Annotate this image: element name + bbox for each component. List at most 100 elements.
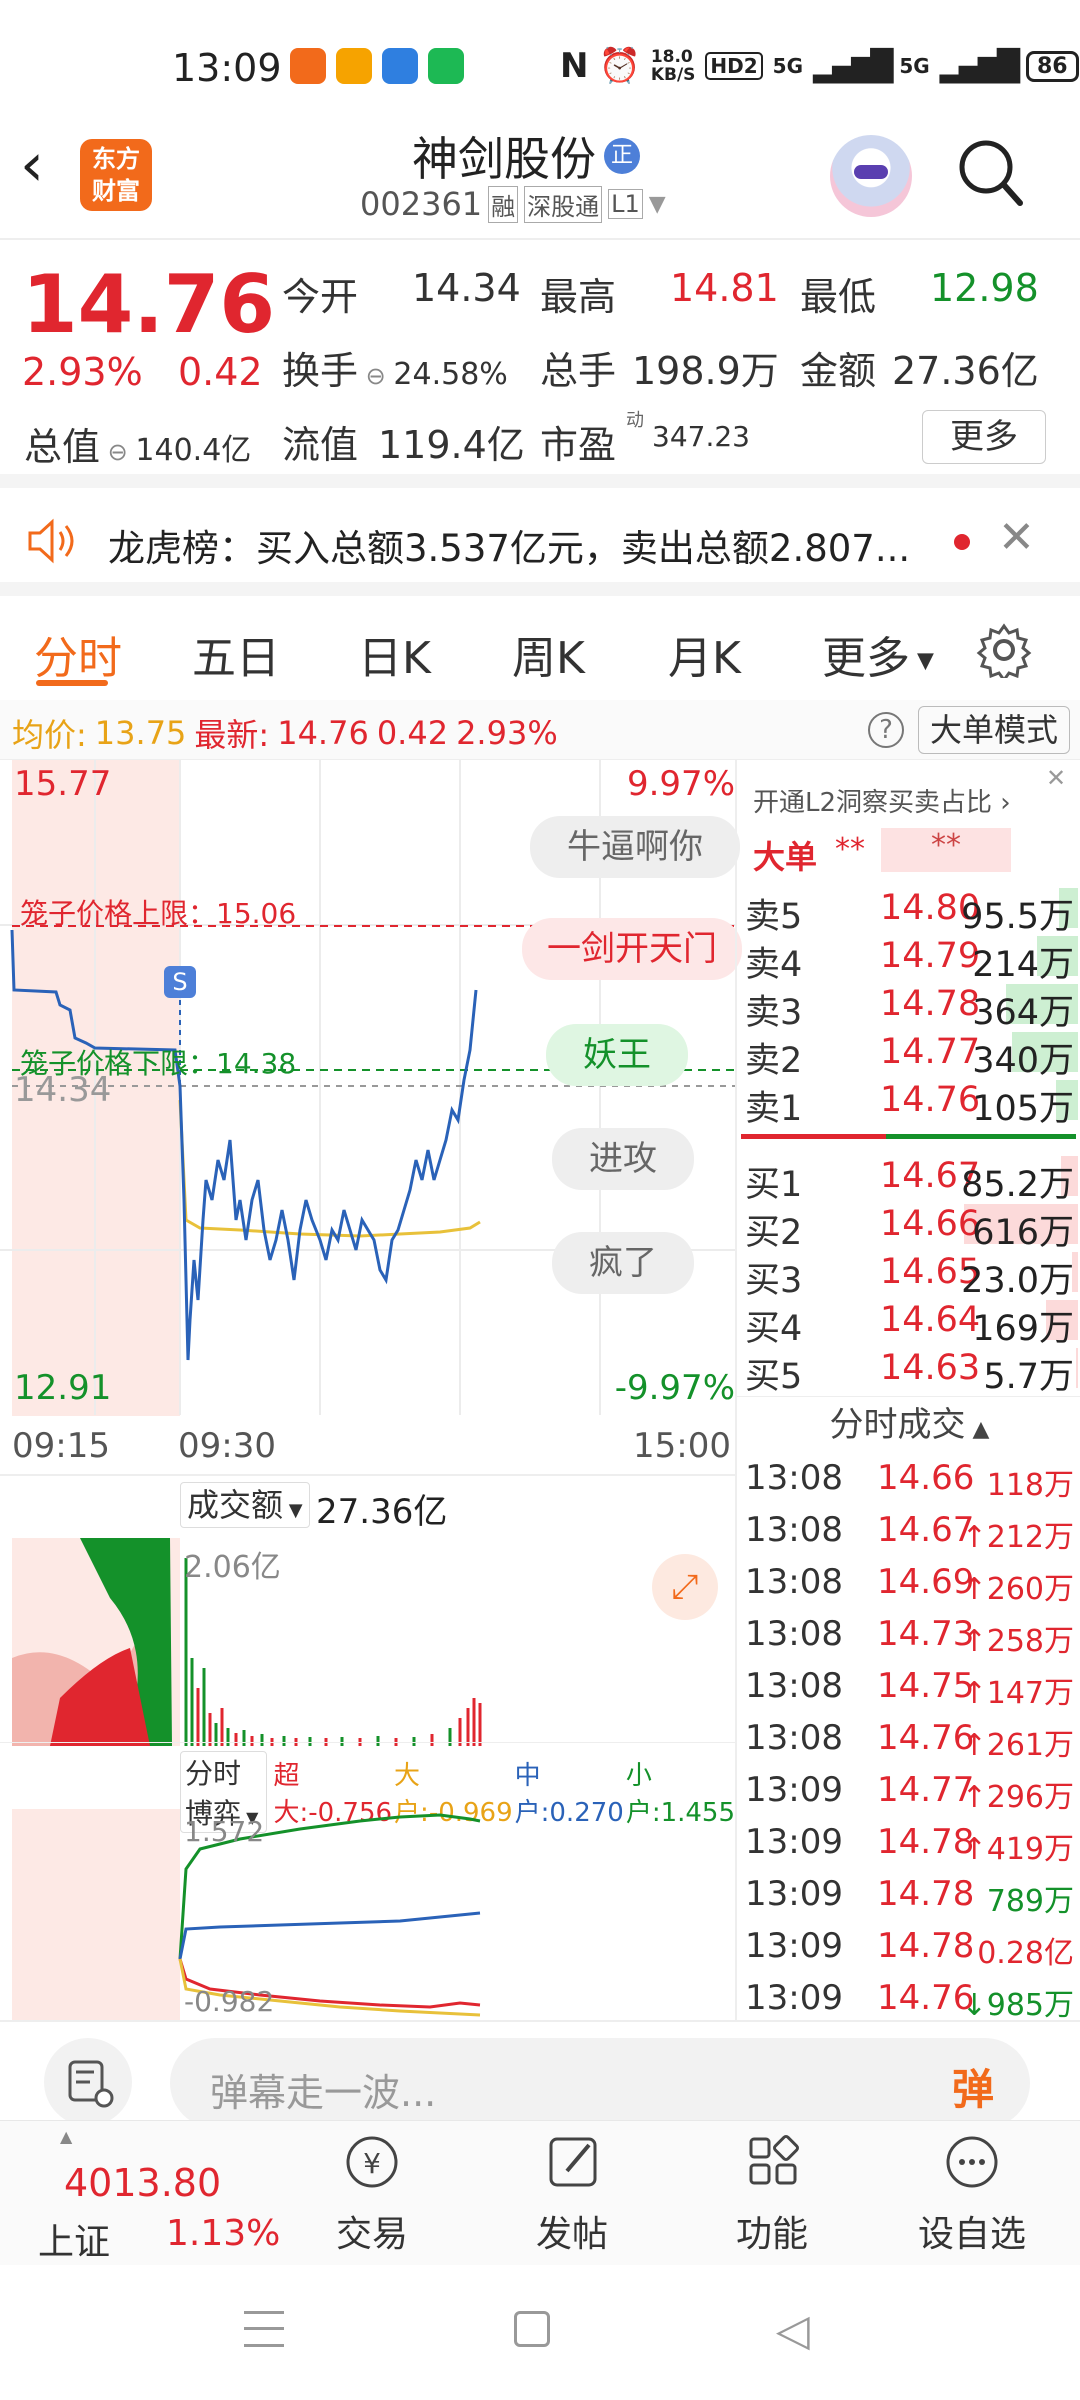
danmaku-bullet[interactable]: 一剑开天门 [522,918,742,980]
trade-price: 14.76 [877,1978,975,2018]
ask-row[interactable]: 卖4 14.79 214万 [737,932,1080,985]
bid-row[interactable]: 买2 14.66 616万 [737,1200,1080,1253]
volume-selector[interactable]: 成交额 ▼ [180,1482,310,1528]
tab-monthly-k[interactable]: 月K [668,622,741,686]
trade-volume: ↑258万 [962,1616,1074,1660]
danmaku-send-button[interactable]: 弹 [952,2056,994,2117]
search-icon[interactable] [958,139,1024,206]
bid-row[interactable]: 买4 14.64 169万 [737,1296,1080,1349]
dragon-tiger-banner[interactable]: 龙虎榜：买入总额3.537亿元，卖出总额2.807... ✕ [0,488,1080,596]
avg-label: 均价: [12,716,87,754]
stock-code-row[interactable]: 002361 融 深股通 L1 ▼ [360,185,666,223]
robot-assistant-icon[interactable] [830,135,912,217]
status-time: 13:09 [172,46,282,90]
danmaku-bullet[interactable]: 妖王 [546,1024,688,1086]
menu-icon[interactable] [244,2311,284,2347]
tab-daily-k[interactable]: 日K [358,622,431,686]
trades-header[interactable]: 分时成交 ▲ [737,1396,1080,1452]
infobar-values: 均价: 13.75 最新: 14.76 0.42 2.93% [12,710,558,756]
open-label: 今开 [282,275,359,319]
danmaku-input[interactable]: 弹幕走一波... 弹 [170,2038,1030,2128]
expand-icon[interactable]: ⤢ [652,1554,718,1620]
shield-notif-icon [428,48,464,84]
trade-time: 13:09 [745,1874,843,1914]
info-icon[interactable]: ⊖ [358,362,393,390]
intraday-chart[interactable]: S 15.77 9.97% 14.34 12.91 -9.97% 笼子价格上限：… [0,760,742,1420]
danmaku-bullet[interactable]: 牛逼啊你 [530,816,740,878]
tab-five-day[interactable]: 五日 [192,622,280,686]
ask-list: 卖5 14.80 95.5万 卖4 14.79 214万 卖3 14.78 364万 卖2 1… [737,884,1080,1129]
ask-row[interactable]: 卖3 14.78 364万 [737,980,1080,1033]
y-axis-low: 12.91 [14,1368,112,1408]
trade-list: 13:08 14.66 118万 13:08 14.67 ↑212万 13:08 14.69 ↑… [737,1452,1080,2022]
bid-row[interactable]: 买5 14.63 5.7万 [737,1344,1080,1397]
index-pct[interactable]: 1.13% [166,2213,280,2254]
trade-volume: ↑261万 [962,1720,1074,1764]
price-change-pct: 2.93% [22,350,143,394]
info-icon[interactable]: ⊖ [100,438,135,466]
turnover-label: 换手 [282,349,359,393]
y-axis-high-pct: 9.97% [626,764,735,804]
tab-more[interactable]: 更多 ▼ [822,622,934,686]
grid-icon [749,2135,799,2185]
nav-trade[interactable]: ¥ 交易 [297,2131,447,2257]
nav-functions[interactable]: 功能 [697,2131,847,2257]
trade-direction-icon: ↓ [961,1988,987,2022]
robot-visor [854,165,888,179]
trade-time: 13:08 [745,1718,843,1758]
pe-value: 347.23 [652,420,750,453]
bid-price: 14.66 [880,1204,981,1244]
volume-value: 198.9万 [632,349,779,393]
ask-price: 14.77 [880,1032,981,1072]
back-icon[interactable]: ‹ [20,135,44,195]
ask-row[interactable]: 卖5 14.80 95.5万 [737,884,1080,937]
trade-price: 14.69 [877,1562,975,1602]
stock-title[interactable]: 神剑股份 正 [412,123,640,189]
l2-promo[interactable]: 开通L2洞察买卖占比 › [753,782,1011,819]
trade-volume: ↑419万 [962,1824,1074,1868]
close-icon[interactable]: ✕ [998,512,1035,563]
trade-direction-icon: ↑ [961,1728,987,1763]
connect-tag: 深股通 [524,185,603,223]
index-value[interactable]: 4013.80 [64,2161,221,2205]
home-icon[interactable] [514,2311,550,2347]
high-value: 14.81 [670,266,779,310]
signal-1-icon: ▂▄▆█ [813,48,893,84]
bid-price: 14.64 [880,1300,981,1340]
more-button[interactable]: 更多 [922,410,1046,464]
trade-row: 13:09 14.78 0.28亿 [737,1920,1080,1972]
volume-label: 总手 [540,349,617,393]
close-icon[interactable]: ✕ [1046,764,1076,794]
nav-add-watchlist[interactable]: 设自选 [897,2131,1047,2257]
danmaku-bullet[interactable]: 疯了 [552,1232,694,1294]
volume-panel[interactable]: 成交额 ▼ 27.36亿 2.06亿 ⤢ [0,1476,735,1766]
tab-intraday[interactable]: 分时 [34,622,122,686]
trade-volume-value: 147万 [986,1676,1074,1711]
caret-up-icon: ▲ [965,1417,990,1442]
index-name[interactable]: 上证 [38,2213,110,2265]
bid-row[interactable]: 买1 14.67 85.2万 [737,1152,1080,1205]
danmaku-bullet[interactable]: 进攻 [552,1128,694,1190]
ask-row[interactable]: 卖1 14.76 105万 [737,1076,1080,1129]
fund-flow-panel[interactable]: 分时博弈 ▼ 超大:-0.756 大户:-0.969 中户:0.270 小户:1… [0,1742,735,2021]
float-label: 流值 [282,423,359,467]
ask-price: 14.79 [880,936,981,976]
ask-row[interactable]: 卖2 14.77 340万 [737,1028,1080,1081]
bid-row[interactable]: 买3 14.65 23.0万 [737,1248,1080,1301]
chg-value: 0.42 [376,714,449,752]
trade-volume-value: 212万 [986,1520,1074,1555]
help-icon[interactable]: ? [868,712,904,748]
trade-volume-value: 0.28亿 [977,1936,1074,1971]
trade-volume-value: 296万 [986,1780,1074,1815]
notes-icon[interactable] [44,2038,132,2126]
settings-gear-icon[interactable] [976,622,1032,683]
mktcap-field: 总值 ⊖ 140.4亿 [24,416,251,471]
trade-price: 14.75 [877,1666,975,1706]
logo-text-2: 财富 [92,177,140,205]
nav-post[interactable]: 发帖 [497,2131,647,2257]
tab-weekly-k[interactable]: 周K [512,622,585,686]
big-order-mode-button[interactable]: 大单模式 [918,706,1070,754]
back-nav-icon[interactable]: ◁ [776,2305,810,2356]
sell-marker-icon[interactable]: S [164,966,196,998]
app-logo[interactable]: 东方 财富 [80,139,152,211]
